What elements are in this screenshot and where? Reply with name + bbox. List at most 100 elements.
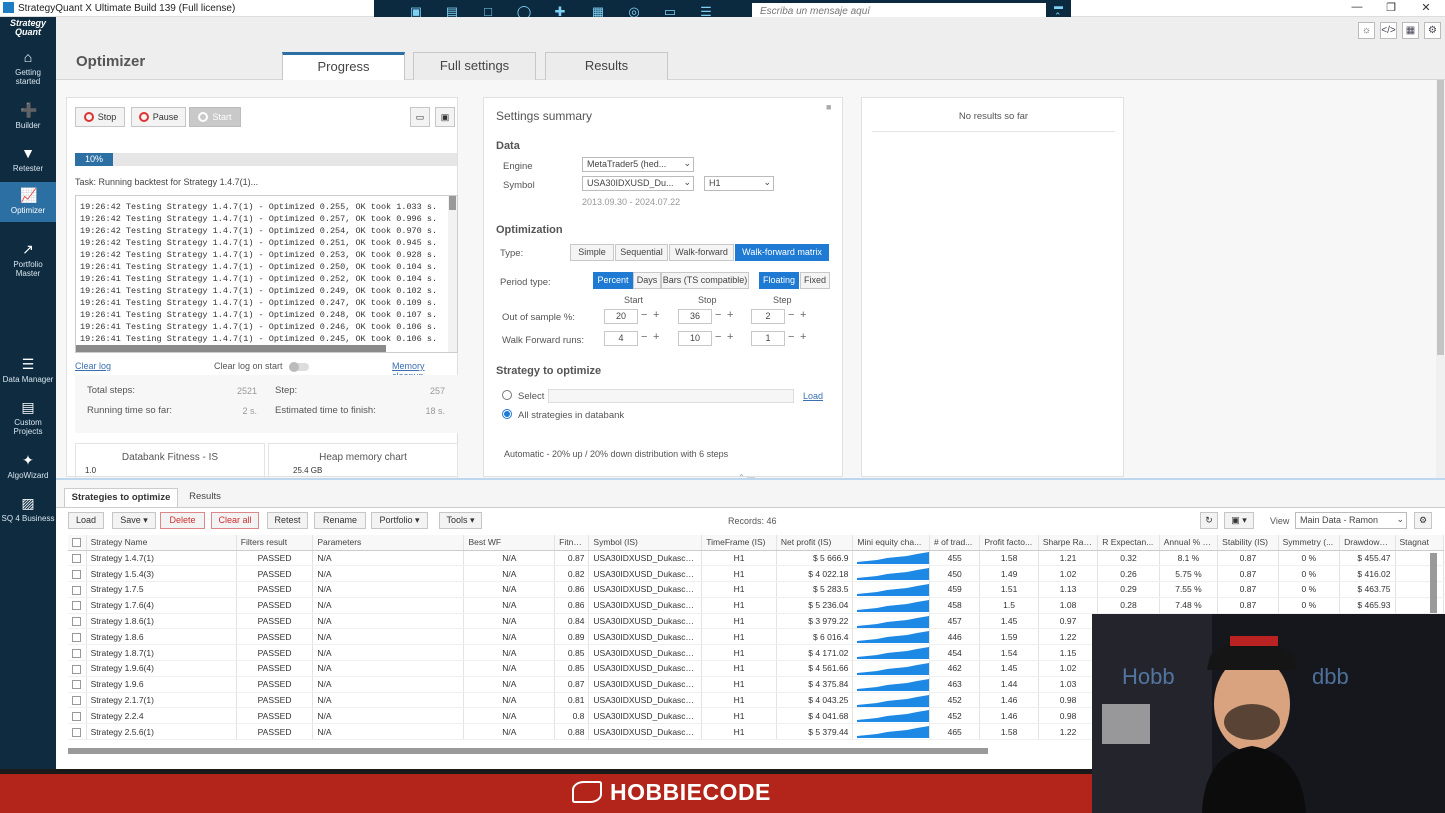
walk-forward-runs-field[interactable]: 10 <box>678 331 712 346</box>
save-icon[interactable]: ▣ <box>435 107 455 127</box>
period-mode-option[interactable]: Fixed <box>800 272 830 289</box>
row-checkbox-cell[interactable] <box>68 723 87 741</box>
save-menu-button[interactable]: Save ▾ <box>112 512 156 529</box>
row-checkbox[interactable] <box>72 554 81 564</box>
row-checkbox[interactable] <box>72 648 81 658</box>
row-checkbox[interactable] <box>72 617 81 627</box>
row-checkbox[interactable] <box>72 711 81 721</box>
table-row[interactable]: Strategy 1.5.4(3) PASSED N/A N/A 0.82 USA30ID… <box>68 565 1445 583</box>
main-vscrollbar[interactable] <box>1436 80 1445 478</box>
column-header[interactable]: Sharpe Rati... <box>1038 535 1099 551</box>
sidebar-item-algowizard[interactable]: ✦ AlgoWizard <box>0 453 56 483</box>
stop-button[interactable]: Stop <box>75 107 125 127</box>
tools-menu-button[interactable]: Tools ▾ <box>439 512 482 529</box>
period-option[interactable]: Bars (TS compatible) <box>661 272 749 289</box>
out-of-sample-field[interactable]: 36 <box>678 309 712 324</box>
folder-icon[interactable]: ▭ <box>410 107 430 127</box>
table-row[interactable]: Strategy 1.4.7(1) PASSED N/A N/A 0.87 USA30ID… <box>68 550 1445 567</box>
table-row[interactable]: Strategy 1.7.5 PASSED N/A N/A 0.86 USA30IDXUS… <box>68 581 1445 598</box>
table-hscrollbar[interactable] <box>68 748 988 754</box>
load-link[interactable]: Load <box>803 391 823 401</box>
clear-all-button[interactable]: Clear all <box>211 512 259 529</box>
column-header[interactable]: Net profit (IS) <box>776 535 854 551</box>
sidebar-item-portfolio-master[interactable]: ↗ Portfolio Master <box>0 242 56 282</box>
column-header[interactable]: Stagnat <box>1395 535 1445 551</box>
symbol-select[interactable]: USA30IDXUSD_Du... ⌄ <box>582 176 694 191</box>
tab-results[interactable]: Results <box>545 52 668 80</box>
row-checkbox-cell[interactable] <box>68 676 87 693</box>
row-checkbox-cell[interactable] <box>68 628 87 646</box>
row-checkbox-cell[interactable] <box>68 597 87 614</box>
period-mode-option[interactable]: Floating <box>759 272 799 289</box>
row-checkbox-cell[interactable] <box>68 692 87 709</box>
minus-icon[interactable]: − <box>641 331 647 344</box>
portfolio-menu-button[interactable]: Portfolio ▾ <box>371 512 428 529</box>
rename-button[interactable]: Rename <box>314 512 366 529</box>
plus-icon[interactable]: + <box>653 309 659 322</box>
row-checkbox-cell[interactable] <box>68 660 87 677</box>
clear-log-toggle[interactable] <box>289 362 309 372</box>
minimize-icon[interactable]: — <box>1342 1 1372 13</box>
tab-databank-results[interactable]: Results <box>182 488 228 507</box>
code-icon[interactable]: </> <box>1380 22 1397 39</box>
grid-icon[interactable]: ▦ <box>1402 22 1419 39</box>
column-header[interactable]: Stability (IS) <box>1217 535 1279 551</box>
walk-forward-runs-field[interactable]: 4 <box>604 331 638 346</box>
start-button[interactable]: Start <box>189 107 241 127</box>
column-header[interactable]: Filters result <box>236 535 314 551</box>
plus-icon[interactable]: + <box>727 331 733 344</box>
engine-select[interactable]: MetaTrader5 (hed... ⌄ <box>582 157 694 172</box>
column-header[interactable]: R Expectan... <box>1097 535 1160 551</box>
restore-icon[interactable]: ❐ <box>1376 1 1406 14</box>
walk-forward-runs-field[interactable]: 1 <box>751 331 785 346</box>
row-checkbox[interactable] <box>72 696 81 706</box>
row-checkbox[interactable] <box>72 664 81 674</box>
type-option[interactable]: Walk-forward <box>669 244 734 261</box>
period-option[interactable]: Percent <box>593 272 633 289</box>
tab-strategies-to-optimize[interactable]: Strategies to optimize <box>64 488 178 507</box>
table-settings-icon[interactable]: ⚙ <box>1414 512 1432 529</box>
minus-icon[interactable]: − <box>715 331 721 344</box>
minus-icon[interactable]: − <box>715 309 721 322</box>
pause-button[interactable]: Pause <box>131 107 186 127</box>
sidebar-item-data-manager[interactable]: ☰ Data Manager <box>0 357 56 387</box>
row-checkbox[interactable] <box>72 727 81 737</box>
column-header[interactable]: Symbol (IS) <box>588 535 703 551</box>
log-vscrollbar[interactable] <box>448 196 457 352</box>
retest-button[interactable]: Retest <box>267 512 308 529</box>
type-option[interactable]: Sequential <box>615 244 668 261</box>
minus-icon[interactable]: − <box>788 331 794 344</box>
row-checkbox-cell[interactable] <box>68 565 87 583</box>
delete-button[interactable]: Delete <box>160 512 205 529</box>
row-checkbox-cell[interactable] <box>68 644 87 662</box>
lock-icon[interactable]: ■ <box>826 102 831 112</box>
table-vscrollbar[interactable] <box>1430 553 1437 613</box>
column-header[interactable]: Drawdown ... <box>1339 535 1396 551</box>
close-icon[interactable]: ✕ <box>1411 1 1441 14</box>
plus-icon[interactable]: + <box>653 331 659 344</box>
type-option[interactable]: Simple <box>570 244 614 261</box>
sidebar-item-optimizer[interactable]: 📈 Optimizer <box>0 182 56 222</box>
sidebar-item-sq4business[interactable]: ▨ SQ 4 Business <box>0 496 56 526</box>
column-header[interactable]: Profit facto... <box>979 535 1039 551</box>
row-checkbox[interactable] <box>72 569 81 579</box>
plus-icon[interactable]: + <box>727 309 733 322</box>
column-header[interactable]: # of trad... <box>929 535 981 551</box>
row-checkbox[interactable] <box>72 680 81 690</box>
gear-icon[interactable]: ⚙ <box>1424 22 1441 39</box>
period-option[interactable]: Days <box>633 272 661 289</box>
row-checkbox[interactable] <box>72 601 81 611</box>
save-view-icon[interactable]: ▣ ▾ <box>1224 512 1254 529</box>
load-button[interactable]: Load <box>68 512 104 529</box>
clear-log-link[interactable]: Clear log <box>75 361 111 371</box>
row-checkbox-cell[interactable] <box>68 550 87 567</box>
select-radio[interactable] <box>502 390 512 400</box>
column-header[interactable]: TimeFrame (IS) <box>701 535 777 551</box>
tab-progress[interactable]: Progress <box>282 52 405 80</box>
row-checkbox-cell[interactable] <box>68 613 87 630</box>
view-select[interactable]: Main Data - Ramon ⌄ <box>1295 512 1407 529</box>
row-checkbox-cell[interactable] <box>68 581 87 598</box>
header-checkbox-cell[interactable] <box>68 535 87 551</box>
row-checkbox-cell[interactable] <box>68 707 87 725</box>
column-header[interactable]: Strategy Name <box>86 535 237 551</box>
